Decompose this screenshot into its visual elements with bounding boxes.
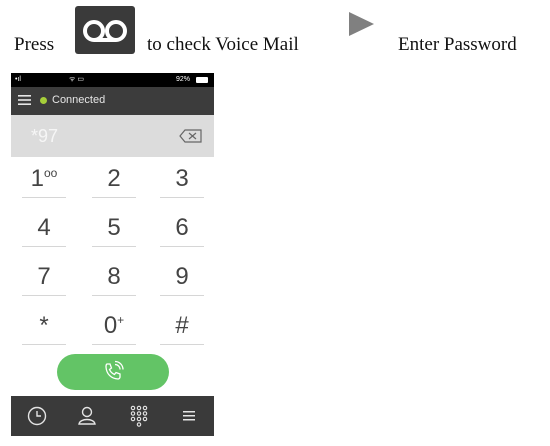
- call-button[interactable]: [57, 354, 169, 390]
- dialpad-key[interactable]: 0+: [89, 305, 139, 345]
- instruction-check-voicemail: to check Voice Mail: [147, 34, 299, 55]
- wifi-indicator: ᯤ ▭: [69, 76, 84, 83]
- play-arrow-icon: [349, 12, 374, 36]
- dialpad-key[interactable]: #: [157, 305, 207, 345]
- connection-status: Connected: [52, 94, 106, 106]
- dialpad-key-digit: 8: [107, 263, 121, 290]
- key-divider: [160, 197, 204, 198]
- dialpad-key-digit: 5: [107, 214, 121, 241]
- dialpad-key-digit: 1: [30, 165, 44, 192]
- key-divider: [160, 246, 204, 247]
- clock-icon[interactable]: [25, 404, 49, 428]
- dialpad-icon[interactable]: [127, 404, 151, 428]
- backspace-icon[interactable]: [179, 129, 203, 143]
- dialpad-key[interactable]: 7: [19, 256, 69, 296]
- key-divider: [92, 246, 136, 247]
- phone-screen: •ıl ᯤ ▭ 92% Connected *97 1ᴏᴏ 2 3 4 5 6 7 8 9 * 0+…: [11, 73, 214, 436]
- list-icon[interactable]: [177, 404, 201, 428]
- instruction-enter-password: Enter Password: [398, 34, 517, 55]
- dialpad-key-digit: #: [175, 312, 189, 339]
- dialpad-key[interactable]: 4: [19, 207, 69, 247]
- status-bar: •ıl ᯤ ▭ 92%: [11, 73, 214, 87]
- dialpad-key-digit: 3: [175, 165, 189, 192]
- dialpad-key[interactable]: 9: [157, 256, 207, 296]
- dialpad-key[interactable]: 3: [157, 158, 207, 198]
- key-divider: [92, 295, 136, 296]
- contact-icon[interactable]: [75, 404, 99, 428]
- hamburger-menu-icon[interactable]: [18, 94, 31, 106]
- dialpad-key-subscript: ᴏᴏ: [44, 166, 58, 180]
- key-divider: [22, 344, 66, 345]
- dialpad-key[interactable]: *: [19, 305, 69, 345]
- dialpad-key[interactable]: 1ᴏᴏ: [19, 158, 69, 198]
- instruction-press: Press: [14, 34, 55, 55]
- key-divider: [22, 246, 66, 247]
- dialpad-key-subscript: +: [117, 313, 125, 327]
- key-divider: [92, 344, 136, 345]
- dialed-number: *97: [31, 126, 59, 146]
- dialpad-key[interactable]: 6: [157, 207, 207, 247]
- dialpad-key-digit: 7: [37, 263, 51, 290]
- dialpad-key-digit: 4: [37, 214, 51, 241]
- dialpad-key[interactable]: 5: [89, 207, 139, 247]
- number-entry-field[interactable]: *97: [11, 115, 214, 157]
- voicemail-icon: [75, 6, 135, 54]
- phone-call-icon: [105, 360, 124, 380]
- dialpad-key-digit: 2: [107, 165, 121, 192]
- battery-icon: [196, 77, 208, 83]
- dialpad-key-digit: 9: [175, 263, 189, 290]
- dialpad-key-digit: 6: [175, 214, 189, 241]
- dialpad-key[interactable]: 2: [89, 158, 139, 198]
- key-divider: [92, 197, 136, 198]
- app-bar: Connected: [11, 87, 214, 115]
- dialpad-key-digit: *: [39, 312, 49, 339]
- dialpad-key-digit: 0: [103, 312, 118, 339]
- key-divider: [160, 344, 204, 345]
- key-divider: [160, 295, 204, 296]
- key-divider: [22, 197, 66, 198]
- bottom-tab-bar: [11, 396, 214, 436]
- connection-status-dot: [40, 97, 47, 104]
- battery-percent: 92%: [175, 76, 190, 83]
- key-divider: [22, 295, 66, 296]
- signal-indicator: •ıl: [15, 76, 21, 83]
- dialpad-key[interactable]: 8: [89, 256, 139, 296]
